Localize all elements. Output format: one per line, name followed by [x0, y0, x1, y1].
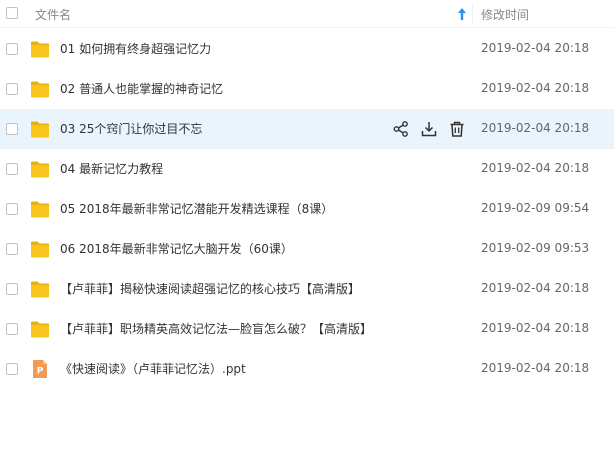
delete-icon[interactable] [448, 120, 466, 138]
file-row[interactable]: 【卢菲菲】职场精英高效记忆法—脸盲怎么破？【高清版】 2019-02-04 20… [0, 309, 614, 349]
file-row[interactable]: 01 如何拥有终身超强记忆力 2019-02-04 20:18 [0, 29, 614, 69]
file-name[interactable]: 02 普通人也能掌握的神奇记忆 [60, 80, 223, 97]
folder-icon [31, 201, 49, 218]
row-checkbox[interactable] [6, 123, 18, 135]
file-modified-time: 2019-02-09 09:53 [481, 241, 590, 255]
folder-icon [31, 241, 49, 258]
file-modified-time: 2019-02-04 20:18 [481, 81, 590, 95]
ppt-badge-letter: P [37, 367, 44, 377]
file-name[interactable]: 04 最新记忆力教程 [60, 160, 163, 177]
share-icon[interactable] [392, 120, 410, 138]
row-checkbox[interactable] [6, 363, 18, 375]
row-checkbox[interactable] [6, 163, 18, 175]
file-list-page: 文件名 修改时间 01 如何拥有终身超强记忆力 2019-02-04 20:18… [0, 0, 614, 464]
file-name[interactable]: 03 25个窍门让你过目不忘 [60, 120, 202, 137]
row-checkbox[interactable] [6, 323, 18, 335]
folder-icon [31, 121, 49, 138]
column-header-filename[interactable]: 文件名 [35, 6, 71, 23]
file-row[interactable]: 04 最新记忆力教程 2019-02-04 20:18 [0, 149, 614, 189]
folder-icon [31, 321, 49, 338]
select-all-checkbox[interactable] [6, 7, 18, 19]
file-name[interactable]: 【卢菲菲】揭秘快速阅读超强记忆的核心技巧【高清版】 [60, 280, 360, 297]
ppt-file-icon: P [33, 360, 47, 378]
row-checkbox[interactable] [6, 43, 18, 55]
file-row[interactable]: 06 2018年最新非常记忆大脑开发（60课） 2019-02-09 09:53 [0, 229, 614, 269]
row-checkbox[interactable] [6, 283, 18, 295]
file-row[interactable]: 02 普通人也能掌握的神奇记忆 2019-02-04 20:18 [0, 69, 614, 109]
file-row[interactable]: 03 25个窍门让你过目不忘 2019-02-04 20:18 [0, 109, 614, 149]
file-modified-time: 2019-02-04 20:18 [481, 121, 590, 135]
folder-icon [31, 281, 49, 298]
file-name[interactable]: 《快速阅读》（卢菲菲记忆法）.ppt [60, 360, 246, 377]
column-header-modified-time[interactable]: 修改时间 [481, 6, 529, 23]
file-row[interactable]: P 《快速阅读》（卢菲菲记忆法）.ppt 2019-02-04 20:18 [0, 349, 614, 389]
file-list: 01 如何拥有终身超强记忆力 2019-02-04 20:18 02 普通人也能… [0, 29, 614, 389]
file-modified-time: 2019-02-04 20:18 [481, 361, 590, 375]
row-actions [392, 120, 468, 138]
row-checkbox[interactable] [6, 83, 18, 95]
file-name[interactable]: 【卢菲菲】职场精英高效记忆法—脸盲怎么破？【高清版】 [60, 320, 372, 337]
folder-icon [31, 41, 49, 58]
download-icon[interactable] [420, 120, 438, 138]
folder-icon [31, 81, 49, 98]
file-modified-time: 2019-02-04 20:18 [481, 321, 590, 335]
file-row[interactable]: 05 2018年最新非常记忆潜能开发精选课程（8课） 2019-02-09 09… [0, 189, 614, 229]
file-list-header: 文件名 修改时间 [0, 0, 614, 28]
file-name[interactable]: 06 2018年最新非常记忆大脑开发（60课） [60, 240, 293, 257]
sort-arrow-up-icon[interactable] [456, 7, 468, 21]
column-divider [472, 4, 473, 24]
file-modified-time: 2019-02-04 20:18 [481, 161, 590, 175]
file-modified-time: 2019-02-04 20:18 [481, 281, 590, 295]
row-checkbox[interactable] [6, 243, 18, 255]
file-modified-time: 2019-02-04 20:18 [481, 41, 590, 55]
file-name[interactable]: 05 2018年最新非常记忆潜能开发精选课程（8课） [60, 200, 333, 217]
file-modified-time: 2019-02-09 09:54 [481, 201, 590, 215]
folder-icon [31, 161, 49, 178]
file-name[interactable]: 01 如何拥有终身超强记忆力 [60, 40, 211, 57]
file-row[interactable]: 【卢菲菲】揭秘快速阅读超强记忆的核心技巧【高清版】 2019-02-04 20:… [0, 269, 614, 309]
row-checkbox[interactable] [6, 203, 18, 215]
